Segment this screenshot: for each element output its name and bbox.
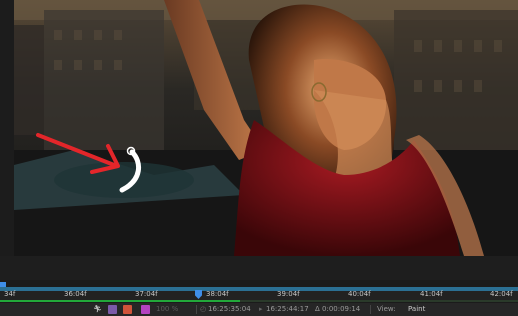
clock-icon: ◴ bbox=[200, 305, 207, 313]
tick-label: 38:04f bbox=[206, 290, 229, 298]
composition-viewer[interactable] bbox=[0, 0, 518, 280]
cache-indicator bbox=[0, 300, 240, 302]
cache-indicator-empty bbox=[240, 300, 518, 302]
view-mode-select[interactable]: Paint bbox=[408, 305, 425, 313]
tick-label: 41:04f bbox=[420, 290, 443, 298]
divider bbox=[196, 305, 197, 314]
solo-icon[interactable] bbox=[123, 305, 132, 314]
tick-label: 34f bbox=[4, 290, 16, 298]
end-time[interactable]: 16:25:44:17 bbox=[266, 305, 309, 313]
view-label: View: bbox=[377, 305, 396, 313]
duration[interactable]: Δ 0:00:09:14 bbox=[315, 305, 360, 313]
zoom-readout: 100 % bbox=[156, 305, 179, 313]
tick-label: 42:04f bbox=[490, 290, 513, 298]
end-marker-icon: ▸ bbox=[259, 305, 263, 313]
brush-stroke[interactable] bbox=[112, 144, 148, 196]
roto-brush-icon[interactable] bbox=[108, 305, 117, 314]
divider bbox=[370, 305, 371, 314]
tick-label: 40:04f bbox=[348, 290, 371, 298]
current-time[interactable]: 16:25:35:04 bbox=[208, 305, 251, 313]
run-icon[interactable]: 🏃︎ bbox=[93, 305, 102, 313]
color-swatch-icon[interactable] bbox=[141, 305, 150, 314]
tick-label: 39:04f bbox=[277, 290, 300, 298]
tick-label: 37:04f bbox=[135, 290, 158, 298]
viewer-pasteboard bbox=[0, 256, 518, 280]
tick-label: 36:04f bbox=[64, 290, 87, 298]
footage-frame bbox=[14, 0, 518, 256]
status-bar: 🏃︎ 100 % ◴ 16:25:35:04 ▸ 16:25:44:17 Δ 0… bbox=[0, 303, 518, 316]
